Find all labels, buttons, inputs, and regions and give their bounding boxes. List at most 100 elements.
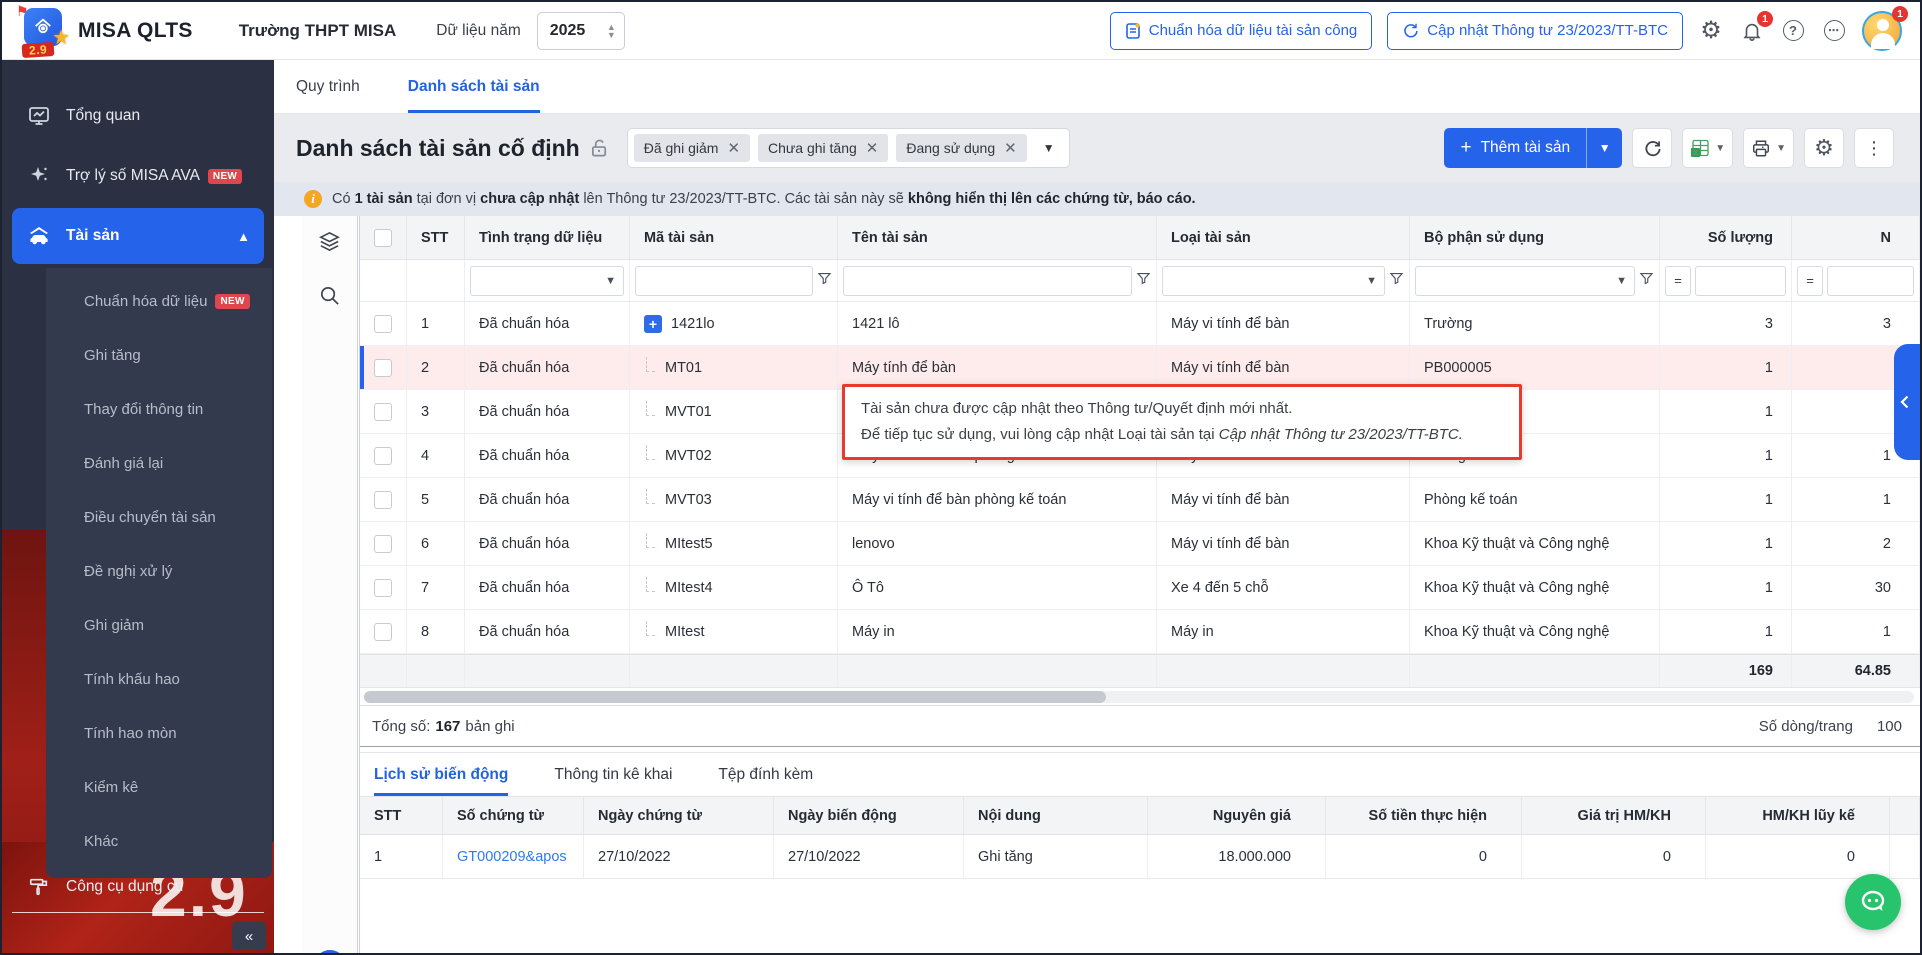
document-link[interactable]: GT000209&apos — [457, 849, 567, 865]
avatar-badge: 1 — [1892, 6, 1908, 22]
sidebar-subitem-3[interactable]: Đánh giá lại — [46, 436, 272, 490]
scrollbar-thumb[interactable] — [364, 691, 1106, 703]
row-checkbox[interactable] — [374, 359, 392, 377]
star-icon: ★ — [52, 25, 70, 50]
dept-filter-select[interactable]: ▼ — [1415, 266, 1635, 296]
sidebar-item-tools[interactable]: Công cụ dụng cụ — [2, 866, 274, 908]
filter-chip-0[interactable]: Đã ghi giảm ✕ — [634, 134, 750, 162]
funnel-filter-icon[interactable] — [1389, 271, 1404, 290]
status-filter-select[interactable]: ▼ — [470, 266, 624, 296]
filter-chip-2[interactable]: Đang sử dụng✕ — [896, 134, 1026, 162]
funnel-filter-icon[interactable] — [1639, 271, 1654, 290]
detail-tab-2[interactable]: Tệp đính kèm — [718, 753, 813, 796]
partial-filter-input[interactable] — [1827, 266, 1914, 296]
horizontal-scrollbar[interactable] — [364, 691, 1914, 703]
sidebar-collapse-button[interactable]: « — [232, 922, 266, 950]
export-excel-button[interactable]: X ▼ — [1682, 128, 1733, 168]
row-checkbox[interactable] — [374, 315, 392, 333]
sidebar-subitem-4[interactable]: Điều chuyển tài sản — [46, 490, 272, 544]
section-divider — [360, 746, 1920, 753]
tab-1[interactable]: Danh sách tài sản — [408, 60, 540, 113]
sidebar-item-0[interactable]: Tổng quan — [2, 88, 274, 144]
settings-gear-icon[interactable]: ⚙ — [1698, 18, 1724, 44]
expand-panel-button[interactable]: › — [314, 950, 346, 955]
reload-button[interactable] — [1632, 128, 1672, 168]
sidebar-subitem-2[interactable]: Thay đổi thông tin — [46, 382, 272, 436]
stt-cell: 1 — [407, 302, 465, 345]
qty-filter-input[interactable] — [1695, 266, 1786, 296]
row-checkbox[interactable] — [374, 623, 392, 641]
equals-operator-button[interactable]: = — [1665, 266, 1691, 296]
table-row[interactable]: 5Đã chuẩn hóaMVT03Máy vi tính để bàn phò… — [360, 478, 1920, 522]
chip-label: Đã ghi giảm — [644, 140, 719, 156]
sidebar-item-1[interactable]: Trợ lý số MISA AVANEW — [2, 148, 274, 204]
per-page-value[interactable]: 100 — [1877, 718, 1902, 735]
table-row[interactable]: 7Đã chuẩn hóaMItest4Ô TôXe 4 đến 5 chỗKh… — [360, 566, 1920, 610]
table-row[interactable]: 6Đã chuẩn hóaMItest5lenovoMáy vi tính để… — [360, 522, 1920, 566]
lock-open-icon[interactable] — [590, 137, 609, 164]
row-checkbox[interactable] — [374, 579, 392, 597]
sidebar-subitem-10[interactable]: Khác — [46, 814, 272, 868]
partial-cell: 1 — [1792, 478, 1920, 521]
detail-tab-1[interactable]: Thông tin kê khai — [554, 753, 672, 796]
type-filter-select[interactable]: ▼ — [1162, 266, 1385, 296]
funnel-filter-icon[interactable] — [1136, 271, 1151, 290]
close-icon[interactable]: ✕ — [727, 141, 740, 156]
hist-doc-cell: GT000209&apos — [443, 835, 584, 878]
update-circular-button[interactable]: Cập nhật Thông tư 23/2023/TT-BTC — [1387, 12, 1683, 50]
funnel-filter-icon[interactable] — [817, 271, 832, 290]
table-row[interactable]: 8Đã chuẩn hóaMItestMáy inMáy inKhoa Kỹ t… — [360, 610, 1920, 654]
add-asset-button[interactable]: + Thêm tài sản — [1444, 128, 1586, 168]
layers-icon[interactable] — [318, 230, 341, 258]
right-panel-handle[interactable] — [1894, 344, 1920, 460]
search-icon[interactable] — [318, 284, 341, 312]
hist-extra-cell — [1890, 835, 1920, 878]
equals-operator-button[interactable]: = — [1797, 266, 1823, 296]
select-all-checkbox[interactable] — [374, 229, 392, 247]
more-options-icon[interactable]: ⋯ — [1821, 18, 1847, 44]
row-checkbox[interactable] — [374, 491, 392, 509]
sidebar-subitem-6[interactable]: Ghi giảm — [46, 598, 272, 652]
app-logo[interactable]: ⚑ ★ 2.9 — [16, 5, 68, 57]
detail-tab-0[interactable]: Lịch sử biến động — [374, 753, 508, 796]
sidebar-item-label: Tổng quan — [66, 107, 140, 125]
chevron-left-icon — [1899, 395, 1910, 409]
year-select[interactable]: 2025 ▲▼ — [537, 12, 625, 50]
name-cell: 1421 lô — [838, 302, 1157, 345]
table-settings-button[interactable]: ⚙ — [1804, 128, 1844, 168]
sidebar-subitem-9[interactable]: Kiểm kê — [46, 760, 272, 814]
row-checkbox[interactable] — [374, 535, 392, 553]
sidebar-subitem-1[interactable]: Ghi tăng — [46, 328, 272, 382]
more-menu-button[interactable]: ⋮ — [1854, 128, 1894, 168]
name-filter-input[interactable] — [843, 266, 1132, 296]
add-asset-dropdown[interactable]: ▼ — [1586, 128, 1622, 168]
year-label: Dữ liệu năm — [436, 22, 520, 40]
chat-support-button[interactable] — [1845, 874, 1901, 930]
year-stepper-icon[interactable]: ▲▼ — [607, 23, 616, 39]
filter-chip-1[interactable]: Chưa ghi tăng✕ — [758, 134, 888, 162]
sidebar-subitem-7[interactable]: Tính khấu hao — [46, 652, 272, 706]
sidebar-subitem-8[interactable]: Tính hao mòn — [46, 706, 272, 760]
help-icon[interactable]: ? — [1780, 18, 1806, 44]
main-tabs: Quy trình Danh sách tài sản — [274, 60, 1920, 114]
close-icon[interactable]: ✕ — [1004, 141, 1017, 156]
table-row[interactable]: 1Đã chuẩn hóa+1421lo1421 lôMáy vi tính đ… — [360, 302, 1920, 346]
print-button[interactable]: ▼ — [1743, 128, 1794, 168]
sidebar-subitem-5[interactable]: Đề nghị xử lý — [46, 544, 272, 598]
row-checkbox-cell — [360, 522, 407, 565]
chips-dropdown-icon[interactable]: ▼ — [1035, 141, 1063, 155]
stt-cell: 7 — [407, 566, 465, 609]
row-checkbox[interactable] — [374, 403, 392, 421]
notifications-bell-icon[interactable]: 1 — [1739, 18, 1765, 44]
sidebar-subitem-0[interactable]: Chuẩn hóa dữ liệuNEW — [46, 274, 272, 328]
sidebar-item-2[interactable]: Tài sản▲ — [12, 208, 264, 264]
expand-plus-icon[interactable]: + — [644, 315, 662, 333]
code-filter-input[interactable] — [635, 266, 813, 296]
normalize-data-button[interactable]: Chuẩn hóa dữ liệu tài sản công — [1110, 12, 1373, 50]
hist-hmkh-acc-cell: 0 — [1706, 835, 1890, 878]
close-icon[interactable]: ✕ — [866, 141, 879, 156]
history-row[interactable]: 1GT000209&apos27/10/202227/10/2022Ghi tă… — [360, 835, 1920, 879]
row-checkbox[interactable] — [374, 447, 392, 465]
tab-0[interactable]: Quy trình — [296, 60, 360, 113]
avatar[interactable]: 1 — [1862, 11, 1902, 51]
